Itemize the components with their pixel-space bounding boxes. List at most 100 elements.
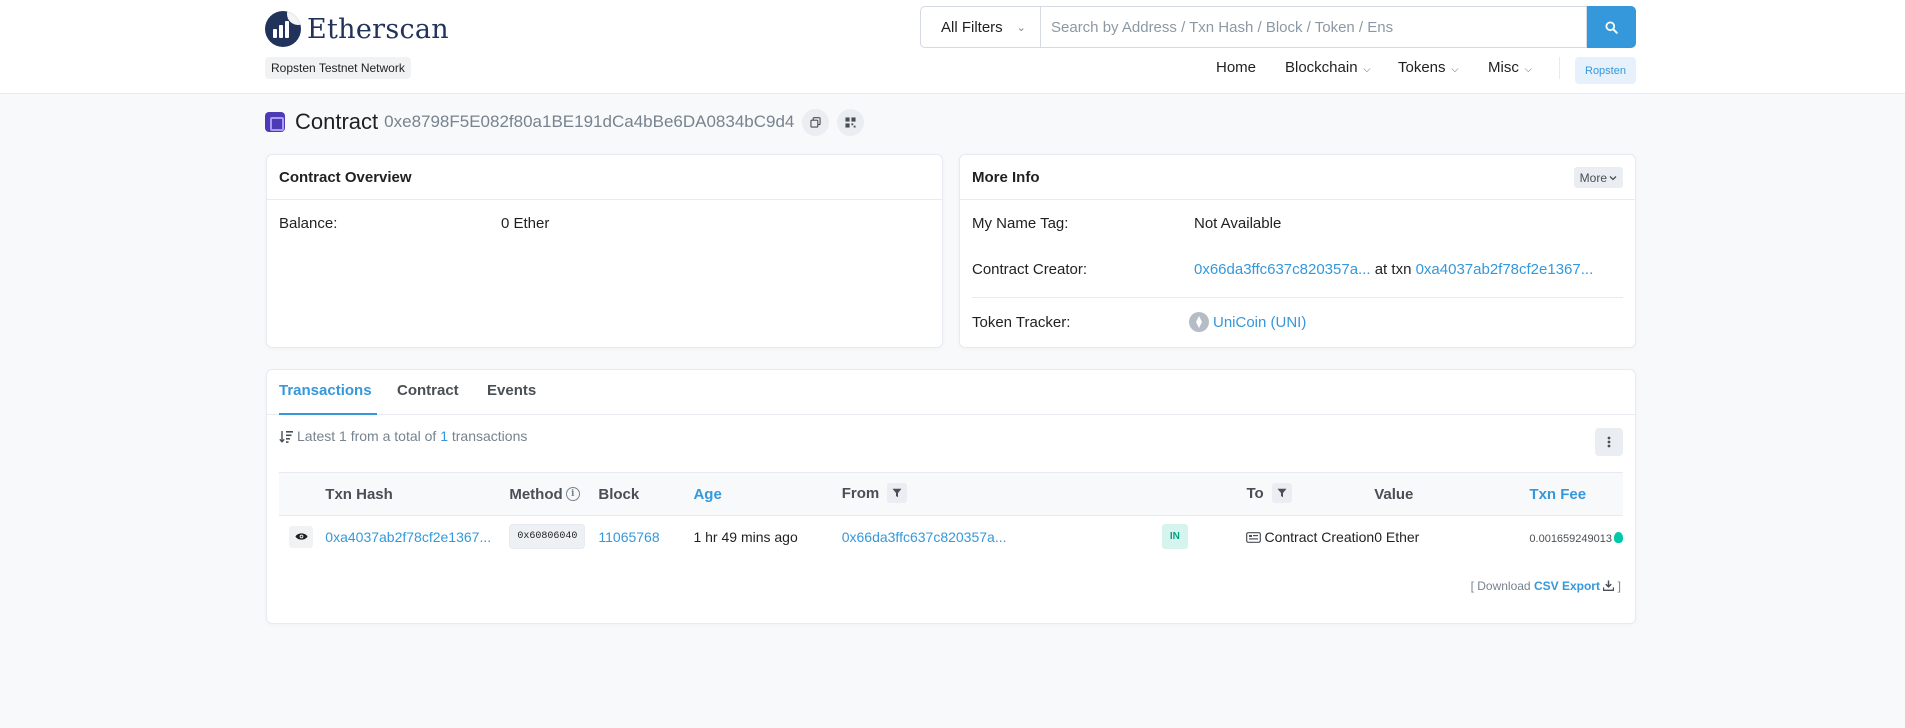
chevron-down-icon: ⌵ bbox=[1451, 64, 1459, 74]
block-link[interactable]: 11065768 bbox=[598, 529, 659, 545]
csv-export-link[interactable]: CSV Export bbox=[1534, 579, 1600, 593]
balance-value: 0 Ether bbox=[501, 215, 550, 232]
contract-overview-card: Contract Overview Balance: 0 Ether bbox=[266, 154, 943, 348]
etherscan-logo-icon bbox=[265, 11, 301, 47]
txn-fee-cell: 0.001659249013 bbox=[1529, 516, 1623, 558]
direction-badge: IN bbox=[1161, 524, 1188, 550]
from-header-label: From bbox=[841, 484, 880, 502]
method-badge: 0x60806040 bbox=[509, 524, 586, 550]
from-address-link[interactable]: 0x66da3ffc637c820357a... bbox=[842, 529, 1007, 545]
contract-creation-icon bbox=[1246, 531, 1262, 543]
nav-tokens[interactable]: Tokens ⌵ bbox=[1398, 59, 1458, 76]
filter-icon[interactable] bbox=[887, 483, 908, 503]
txn-hash-cell: 0xa4037ab2f78cf2e1367... bbox=[325, 516, 509, 558]
eye-cell bbox=[279, 516, 325, 558]
txn-fee-value: 0.001659249013 bbox=[1529, 532, 1612, 545]
etherscan-logo[interactable]: Etherscan bbox=[265, 11, 449, 47]
summary-prefix: Latest 1 from a total of bbox=[297, 428, 437, 444]
more-vertical-icon bbox=[1607, 436, 1611, 448]
more-dropdown-button[interactable]: More bbox=[1573, 167, 1623, 188]
to-header-label: To bbox=[1246, 484, 1264, 502]
chevron-down-icon: ⌵ bbox=[1363, 64, 1371, 74]
column-header-method: Method i bbox=[509, 473, 598, 516]
to-cell: Contract Creation bbox=[1246, 516, 1374, 558]
eye-column-header bbox=[279, 473, 325, 516]
summary-count-link[interactable]: 1 bbox=[440, 428, 448, 444]
tab-contract[interactable]: Contract bbox=[397, 370, 459, 415]
card-header: More Info More bbox=[960, 155, 1635, 200]
qr-code-button[interactable] bbox=[837, 108, 865, 136]
nav-misc[interactable]: Misc ⌵ bbox=[1488, 59, 1532, 76]
view-txn-details-button[interactable] bbox=[289, 525, 313, 548]
search-input[interactable] bbox=[1040, 6, 1587, 48]
page-title: Contract 0xe8798F5E082f80a1BE191dCa4bBe6… bbox=[265, 108, 865, 136]
chevron-down-icon: ⌵ bbox=[1524, 64, 1532, 74]
card-header-title: More Info bbox=[972, 168, 1040, 186]
nav-divider bbox=[1559, 57, 1560, 79]
more-button-label: More bbox=[1579, 170, 1607, 185]
summary-suffix: transactions bbox=[451, 428, 528, 444]
qr-code-icon bbox=[845, 116, 856, 128]
table-row: 0xa4037ab2f78cf2e1367... 0x60806040 1106… bbox=[279, 516, 1623, 558]
method-header-label: Method bbox=[509, 485, 563, 503]
page-title-label: Contract bbox=[295, 109, 379, 134]
copy-address-button[interactable] bbox=[802, 108, 830, 136]
row-divider bbox=[972, 297, 1623, 298]
column-header-txn-hash: Txn Hash bbox=[325, 485, 393, 503]
top-header: Etherscan Ropsten Testnet Network All Fi… bbox=[0, 0, 1905, 94]
lightbulb-icon bbox=[1614, 531, 1623, 543]
download-suffix: ] bbox=[1617, 579, 1621, 593]
copy-icon bbox=[810, 116, 822, 128]
creator-txn-link[interactable]: 0xa4037ab2f78cf2e1367... bbox=[1416, 261, 1594, 278]
table-options-button[interactable] bbox=[1595, 428, 1623, 456]
column-header-txn-fee[interactable]: Txn Fee bbox=[1529, 473, 1623, 516]
block-cell: 11065768 bbox=[598, 516, 693, 558]
nav-blockchain[interactable]: Blockchain ⌵ bbox=[1285, 59, 1370, 76]
network-switch-button[interactable]: Ropsten bbox=[1575, 57, 1636, 84]
search-bar: All Filters ⌄ bbox=[920, 6, 1636, 48]
creator-address-link[interactable]: 0x66da3ffc637c820357a... bbox=[1194, 261, 1371, 278]
contract-address: 0xe8798F5E082f80a1BE191dCa4bBe6DA0834bC9… bbox=[384, 112, 795, 131]
card-header: Contract Overview bbox=[267, 155, 942, 200]
method-cell: 0x60806040 bbox=[509, 516, 598, 558]
nav-home[interactable]: Home bbox=[1216, 59, 1256, 76]
contract-creator-value: 0x66da3ffc637c820357a... at txn 0xa4037a… bbox=[1194, 261, 1593, 278]
ethereum-token-icon bbox=[1189, 312, 1209, 332]
contract-icon bbox=[265, 112, 285, 132]
chevron-down-icon: ⌄ bbox=[1016, 21, 1026, 34]
table-header-row: Txn Hash Method i Block Age From To Value… bbox=[279, 472, 1623, 516]
tab-bar: Transactions Contract Events bbox=[267, 370, 1635, 415]
csv-download: [ Download CSV Export ] bbox=[1471, 579, 1621, 593]
eye-icon bbox=[294, 533, 308, 540]
token-tracker-label: Token Tracker: bbox=[972, 314, 1071, 331]
tab-transactions[interactable]: Transactions bbox=[279, 370, 377, 415]
column-header-age[interactable]: Age bbox=[693, 473, 841, 516]
column-header-block: Block bbox=[598, 485, 640, 503]
balance-label: Balance: bbox=[279, 215, 338, 232]
filter-icon[interactable] bbox=[1271, 483, 1292, 503]
transactions-card: Transactions Contract Events Latest 1 fr… bbox=[266, 369, 1636, 624]
more-info-card: More Info More My Name Tag: Not Availabl… bbox=[959, 154, 1636, 348]
token-tracker-value: UniCoin (UNI) bbox=[1189, 312, 1306, 333]
info-icon[interactable]: i bbox=[565, 486, 580, 501]
search-button[interactable] bbox=[1587, 6, 1636, 48]
contract-creator-label: Contract Creator: bbox=[972, 261, 1088, 278]
transactions-summary: Latest 1 from a total of 1 transactions bbox=[279, 428, 527, 444]
name-tag-label: My Name Tag: bbox=[972, 215, 1069, 232]
search-filter-select[interactable]: All Filters ⌄ bbox=[920, 6, 1040, 48]
from-cell: 0x66da3ffc637c820357a... bbox=[842, 516, 1072, 558]
nav-misc-label: Misc bbox=[1488, 59, 1519, 76]
sort-amount-icon bbox=[279, 430, 293, 443]
transactions-table: Txn Hash Method i Block Age From To Value… bbox=[279, 472, 1623, 558]
search-filter-label: All Filters bbox=[941, 18, 1003, 36]
search-icon bbox=[1605, 20, 1618, 34]
nav-tokens-label: Tokens bbox=[1398, 59, 1446, 76]
column-header-from: From bbox=[842, 473, 1247, 516]
token-tracker-link[interactable]: UniCoin (UNI) bbox=[1213, 314, 1306, 331]
txn-hash-link[interactable]: 0xa4037ab2f78cf2e1367... bbox=[325, 529, 491, 545]
download-icon bbox=[1603, 580, 1615, 592]
to-value: Contract Creation bbox=[1264, 528, 1375, 545]
column-header-value: Value bbox=[1374, 485, 1414, 503]
download-prefix: [ Download bbox=[1470, 579, 1531, 593]
tab-events[interactable]: Events bbox=[487, 370, 536, 415]
